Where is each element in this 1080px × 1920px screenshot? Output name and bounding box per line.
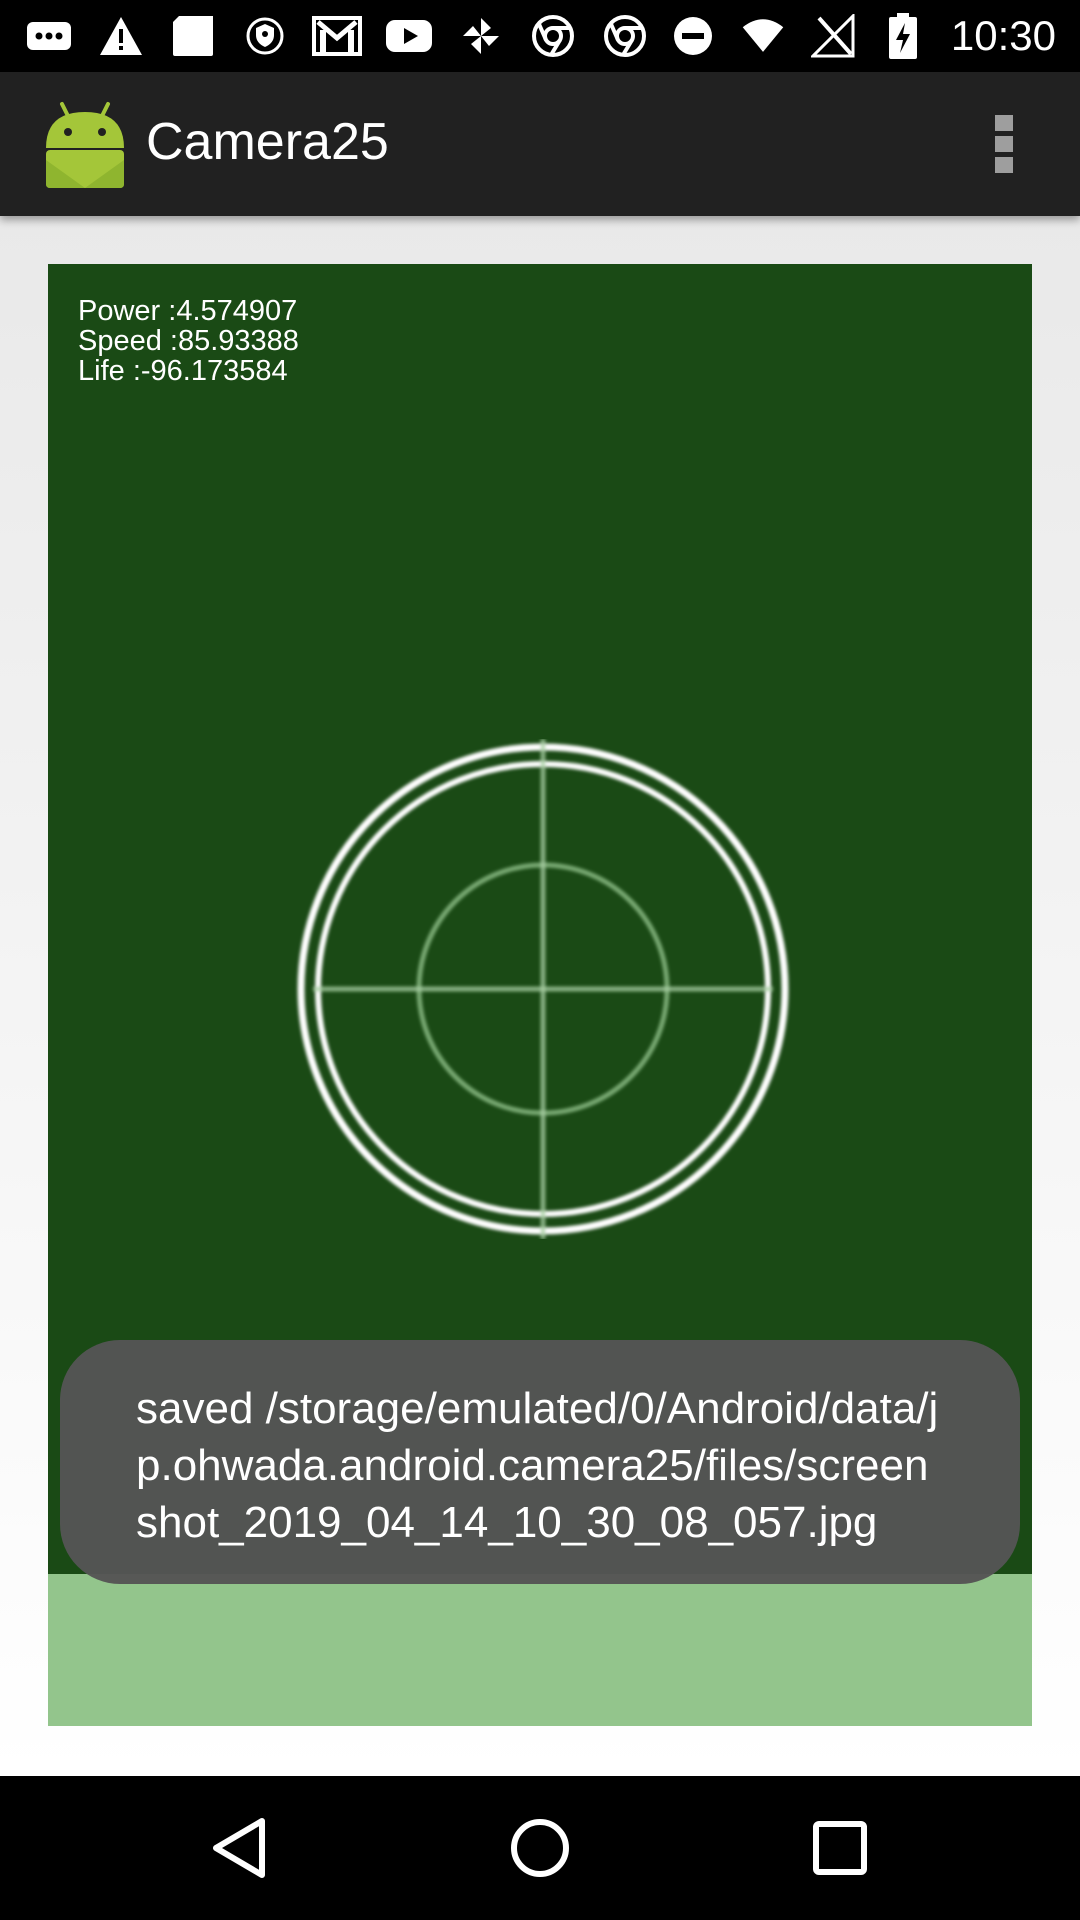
wifi-icon (741, 14, 785, 58)
home-icon (511, 1819, 569, 1877)
toast-message: saved /storage/emulated/0/Android/data/j… (60, 1340, 1020, 1584)
chrome-icon (600, 11, 650, 61)
vpn-key-icon (240, 11, 290, 61)
power-readout: Power :4.574907 (78, 295, 298, 327)
back-icon (213, 1818, 265, 1878)
android-app-icon (40, 100, 130, 190)
notification-icons (24, 8, 672, 64)
navigation-bar (0, 1776, 1080, 1920)
life-readout: Life :-96.173584 (78, 355, 288, 387)
toast-text: saved /storage/emulated/0/Android/data/j… (136, 1384, 939, 1547)
app-title: Camera25 (146, 113, 389, 171)
home-button[interactable] (504, 1812, 576, 1884)
do-not-disturb-icon (671, 14, 715, 58)
sd-card-icon (168, 11, 218, 61)
chrome-icon (528, 11, 578, 61)
overflow-menu-icon (995, 115, 1013, 173)
gmail-icon (312, 11, 362, 61)
back-button[interactable] (204, 1812, 276, 1884)
hud-readout: Power :4.574907 Speed :85.93388 Life :-9… (78, 296, 299, 386)
pinwheel-icon (456, 11, 506, 61)
youtube-icon (384, 11, 434, 61)
overflow-menu-button[interactable] (968, 108, 1040, 180)
crosshair-reticle (297, 739, 789, 1239)
app-bar: Camera25 (0, 72, 1080, 216)
status-bar: 10:30 (0, 0, 1080, 72)
speed-readout: Speed :85.93388 (78, 325, 299, 357)
recents-button[interactable] (804, 1812, 876, 1884)
warning-icon (96, 11, 146, 61)
recents-icon (813, 1821, 867, 1875)
more-notifications-icon (24, 11, 74, 61)
battery-charging-icon (881, 13, 925, 59)
camera-bottom-strip (48, 1574, 1032, 1726)
no-signal-icon (810, 14, 855, 58)
clock: 10:30 (950, 12, 1056, 59)
system-icons: 10:30 (671, 8, 1056, 64)
